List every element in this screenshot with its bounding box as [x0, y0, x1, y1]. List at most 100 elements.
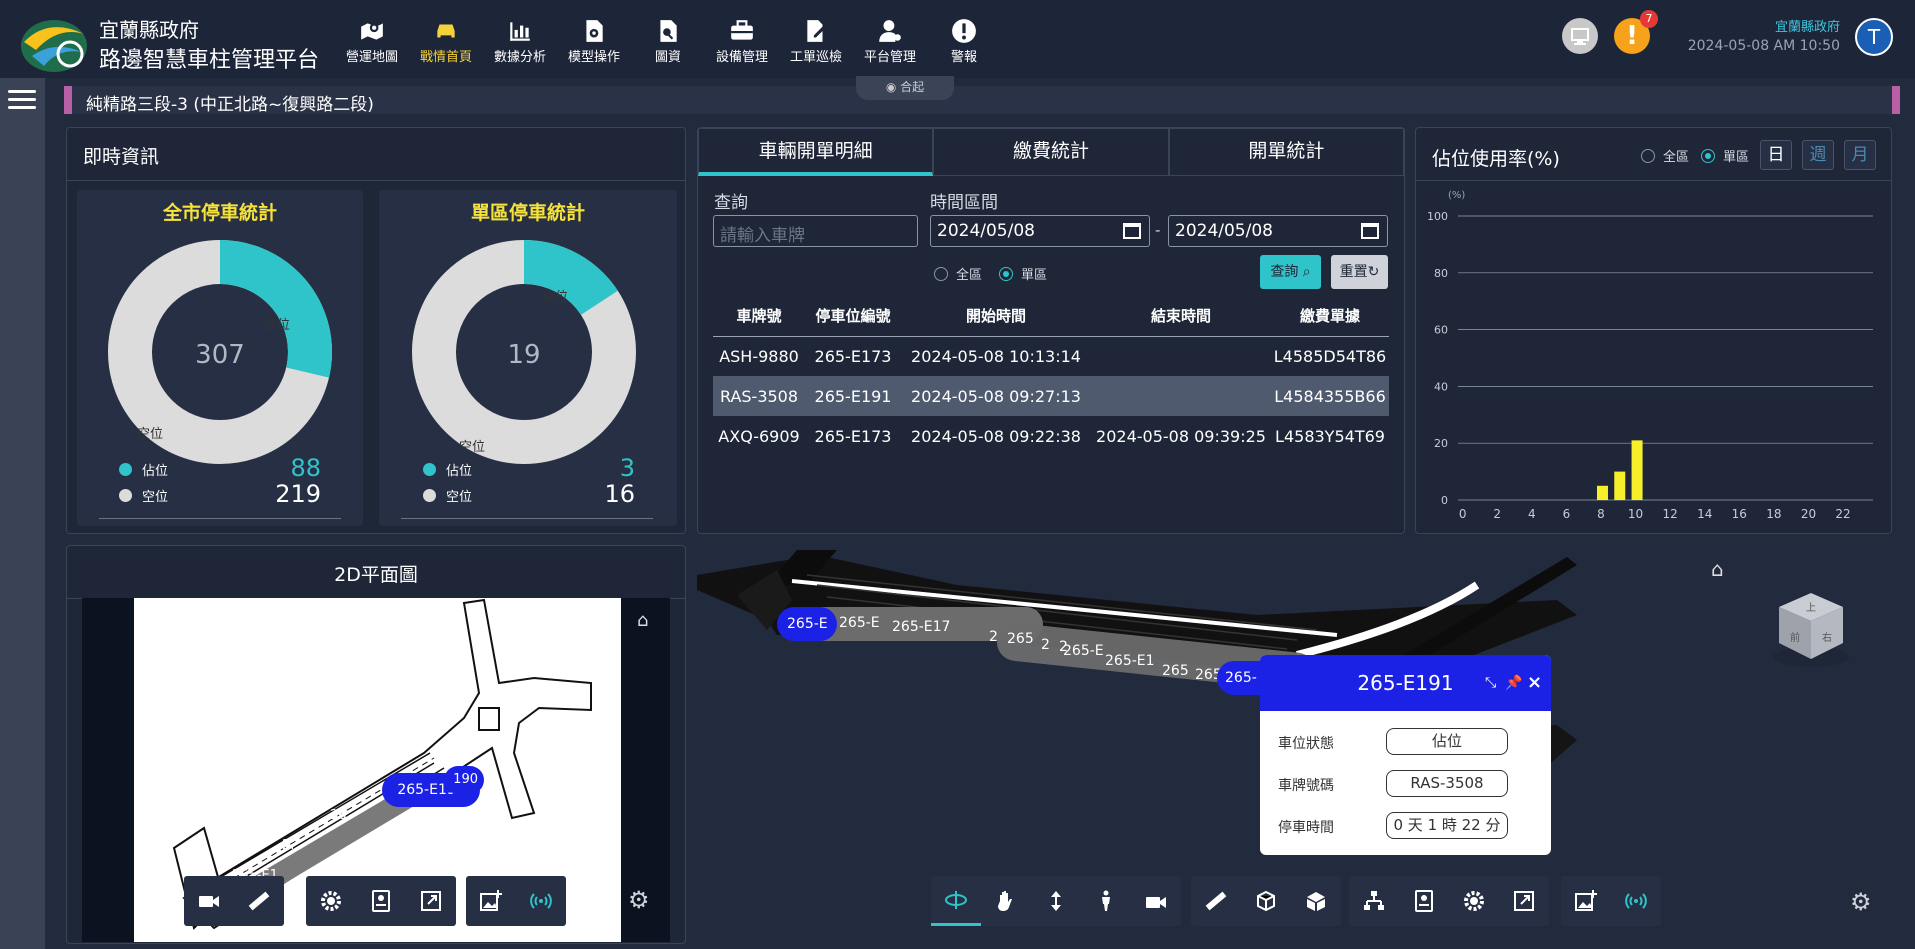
settings-tool[interactable] — [1449, 876, 1499, 926]
nav-data-analysis[interactable]: 數據分析 — [483, 18, 557, 65]
pan-tool[interactable] — [981, 876, 1031, 926]
period-day-button[interactable]: 日 — [1760, 140, 1792, 170]
usage-scope-zone-radio[interactable]: 單區 — [1701, 146, 1749, 165]
elevate-tool[interactable] — [1031, 876, 1081, 926]
col-start: 開始時間 — [901, 296, 1091, 337]
monitor-button[interactable] — [1562, 18, 1598, 54]
rotate-tool[interactable] — [931, 876, 981, 926]
nav-device-mgmt[interactable]: 設備管理 — [705, 18, 779, 65]
scope-zone-radio[interactable]: 單區 — [999, 264, 1047, 283]
org-name: 宜蘭縣政府 — [99, 18, 199, 42]
tab-payment-stats[interactable]: 繳費統計 — [933, 128, 1169, 176]
model3d-label[interactable]: 265-E — [1063, 643, 1104, 659]
cube-face-front: 前 — [1790, 631, 1800, 644]
x-tick-label: 16 — [1732, 507, 1747, 521]
model3d-label[interactable]: 265 — [1007, 631, 1034, 647]
table-row[interactable]: AXQ-6909 265-E173 2024-05-08 09:22:38 2024-… — [713, 416, 1389, 456]
view-cube-icon[interactable]: 上 前 右 — [1771, 585, 1851, 675]
explode-tool[interactable] — [1291, 876, 1341, 926]
collapse-arrows-icon[interactable]: ⤡ — [1485, 655, 1496, 711]
model3d-label[interactable]: 265-E1 — [1105, 653, 1155, 669]
city-empty-slice-label: 空位 — [137, 427, 163, 442]
nav-platform-mgmt[interactable]: 平台管理 — [853, 18, 927, 65]
settings-tool[interactable] — [306, 876, 356, 926]
bar — [1596, 485, 1608, 500]
model3d-label[interactable]: 265-E — [777, 607, 837, 641]
usage-title: 佔位使用率(%) — [1432, 148, 1560, 170]
query-label: 查詢 — [714, 193, 748, 213]
plan2d-label[interactable]: 2... — [282, 838, 303, 853]
reset-button[interactable]: 重置↻ — [1331, 255, 1388, 289]
plan2d-title: 2D平面圖 — [334, 564, 418, 586]
measure-tool[interactable] — [1191, 876, 1241, 926]
table-row-selected[interactable]: RAS-3508 265-E191 2024-05-08 09:27:13 L4584… — [713, 376, 1389, 416]
walk-tool[interactable] — [1081, 876, 1131, 926]
tab-ticket-stats[interactable]: 開單統計 — [1168, 128, 1404, 176]
y-axis-label: (%) — [1448, 190, 1465, 201]
screenshot-tool[interactable] — [1561, 876, 1611, 926]
search-button[interactable]: 查詢 ⌕ — [1260, 255, 1321, 289]
close-icon[interactable]: × — [1527, 655, 1542, 711]
camera-tool[interactable] — [1131, 876, 1181, 926]
settings-gear-icon[interactable]: ⚙ — [1850, 888, 1872, 916]
date-range-label: 時間區間 — [930, 193, 998, 213]
properties-tool[interactable] — [1399, 876, 1449, 926]
home-icon[interactable]: ⌂ — [637, 610, 648, 631]
nav-operation-map[interactable]: 營運地圖 — [335, 18, 409, 65]
avatar[interactable]: T — [1855, 18, 1893, 56]
popup-field-value: 佔位 — [1386, 728, 1508, 755]
signal-tool[interactable] — [516, 876, 566, 926]
home-icon[interactable]: ⌂ — [1711, 557, 1724, 581]
realtime-panel: 即時資訊 全市停車統計 307 佔位 空位 佔位 88 空位 219 單區停車統… — [66, 127, 686, 534]
pin-icon[interactable]: 📌 — [1505, 655, 1522, 711]
tickets-tabs: 車輛開單明細 繳費統計 開單統計 — [698, 128, 1404, 176]
plan2d-label-190[interactable]: 190 — [444, 766, 484, 794]
settings-gear-icon[interactable]: ⚙ — [628, 886, 650, 914]
cube-face-top: 上 — [1806, 602, 1816, 614]
radio-circle-selected — [999, 266, 1013, 281]
period-week-button[interactable]: 週 — [1802, 140, 1834, 170]
popup-field-label: 停車時間 — [1278, 820, 1334, 836]
date-from-field[interactable]: 2024/05/08 — [930, 215, 1150, 247]
col-end: 結束時間 — [1091, 296, 1271, 337]
calendar-icon[interactable] — [1361, 223, 1379, 239]
file-search-icon — [660, 20, 677, 42]
plate-search-input[interactable]: 請輸入車牌 — [713, 215, 918, 247]
alert-icon — [952, 19, 976, 43]
model3d-label[interactable]: 265-E — [839, 615, 880, 631]
nav-model-ops[interactable]: 模型操作 — [557, 18, 631, 65]
date-to-field[interactable]: 2024/05/08 — [1168, 215, 1388, 247]
scope-all-radio[interactable]: 全區 — [934, 264, 982, 283]
hamburger-menu-icon[interactable] — [8, 90, 36, 112]
info-panel-tool[interactable] — [356, 876, 406, 926]
model-tree-tool[interactable] — [1349, 876, 1399, 926]
broadcast-icon — [1625, 893, 1647, 909]
bar — [1631, 440, 1643, 500]
search-icon: ⌕ — [1298, 264, 1311, 280]
screenshot-tool[interactable] — [466, 876, 516, 926]
calendar-icon[interactable] — [1123, 223, 1141, 239]
cube-face-right: 右 — [1822, 631, 1832, 644]
nav-dashboard[interactable]: 戰情首頁 — [409, 18, 483, 65]
nav-work-orders[interactable]: 工單巡檢 — [779, 18, 853, 65]
collapse-button[interactable]: ◉ 合起 — [856, 76, 954, 100]
section-box-tool[interactable] — [1241, 876, 1291, 926]
camera-tool[interactable] — [184, 876, 234, 926]
table-row[interactable]: ASH-9880 265-E173 2024-05-08 10:13:14 L4585… — [713, 336, 1389, 376]
period-month-button[interactable]: 月 — [1844, 140, 1876, 170]
y-tick-label: 20 — [1434, 437, 1448, 450]
tab-ticket-details[interactable]: 車輛開單明細 — [698, 128, 934, 176]
nav-maps-data[interactable]: 圖資 — [631, 18, 705, 65]
measure-tool[interactable] — [234, 876, 284, 926]
plan2d-label[interactable]: 26 — [330, 808, 347, 823]
model3d-label[interactable]: 265 — [1162, 663, 1189, 679]
x-tick-label: 8 — [1597, 507, 1605, 521]
fullscreen-tool[interactable] — [1499, 876, 1549, 926]
signal-tool[interactable] — [1611, 876, 1661, 926]
model3d-label[interactable]: 265-E17 — [892, 619, 950, 635]
usage-scope-all-radio[interactable]: 全區 — [1641, 146, 1689, 165]
nav-alerts[interactable]: 警報 — [927, 18, 1001, 65]
fullscreen-tool[interactable] — [406, 876, 456, 926]
model3d-label[interactable]: 2 — [1041, 637, 1050, 653]
table-header-row: 車牌號 停車位編號 開始時間 結束時間 繳費單據 — [713, 296, 1389, 337]
